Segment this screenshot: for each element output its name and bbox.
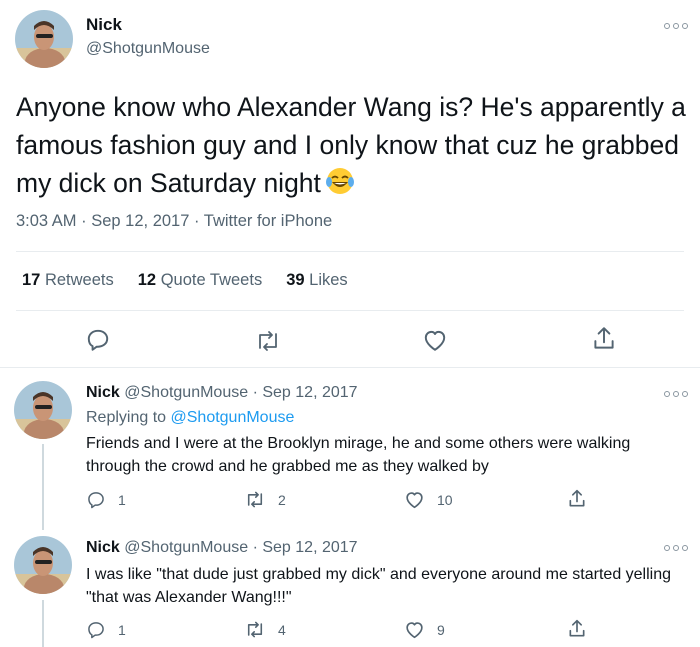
replying-mention[interactable]: @ShotgunMouse [171, 409, 295, 426]
reply-text: I was like "that dude just grabbed my di… [86, 566, 672, 606]
replying-to: Replying to @ShotgunMouse [86, 409, 294, 427]
divider [16, 310, 684, 311]
retweet-icon [247, 491, 263, 508]
reply-count: 1 [118, 622, 126, 638]
heart-icon [406, 622, 423, 639]
share-icon [569, 489, 585, 507]
heart-icon [406, 492, 423, 509]
thread-line [42, 444, 44, 530]
author-handle[interactable]: @ShotgunMouse [124, 539, 248, 556]
reply-text: Friends and I were at the Brooklyn mirag… [86, 435, 631, 475]
tweet-actions [0, 325, 700, 355]
reply-header: Nick @ShotgunMouse · Sep 12, 2017 [86, 539, 358, 557]
face-with-tears-of-joy-icon [325, 166, 355, 196]
replying-label: Replying to [86, 409, 167, 426]
avatar[interactable] [14, 381, 72, 439]
author-name[interactable]: Nick [86, 15, 122, 35]
avatar[interactable] [15, 10, 73, 68]
tweet-source[interactable]: Twitter for iPhone [204, 212, 332, 230]
share-action[interactable] [567, 618, 587, 640]
tweet-time[interactable]: 3:03 AM [16, 212, 77, 230]
retweets-stat[interactable]: 17 Retweets [22, 271, 114, 290]
tweet-meta: 3:03 AM · Sep 12, 2017 · Twitter for iPh… [16, 212, 332, 231]
meta-separator: · [194, 212, 200, 230]
quote-tweets-stat[interactable]: 12 Quote Tweets [138, 271, 262, 290]
meta-separator: · [81, 212, 87, 230]
divider [16, 251, 684, 252]
reply-icon [88, 492, 104, 509]
heart-icon[interactable] [422, 328, 448, 352]
author-name[interactable]: Nick [86, 384, 120, 401]
meta-separator: · [252, 384, 258, 401]
retweet-icon [247, 621, 263, 638]
meta-separator: · [252, 539, 258, 556]
share-action[interactable] [567, 488, 587, 510]
tweet-body: Anyone know who Alexander Wang is? He's … [16, 88, 688, 202]
reply-action[interactable]: 1 [86, 490, 126, 510]
tweet-date[interactable]: Sep 12, 2017 [91, 212, 189, 230]
retweet-action[interactable]: 2 [244, 490, 286, 509]
reply-icon[interactable] [85, 327, 111, 353]
avatar[interactable] [14, 536, 72, 594]
like-action[interactable]: 10 [404, 490, 453, 509]
retweet-count: 2 [278, 491, 286, 508]
reply-date[interactable]: Sep 12, 2017 [262, 384, 357, 401]
share-icon[interactable] [591, 325, 617, 353]
retweet-count: 4 [278, 621, 286, 638]
thread-line [42, 600, 44, 647]
more-options-icon[interactable] [664, 20, 688, 32]
reply-icon [88, 622, 104, 639]
reply-tweet[interactable]: Nick @ShotgunMouse · Sep 12, 2017 I was … [0, 530, 700, 647]
author-name[interactable]: Nick [86, 539, 120, 556]
like-action[interactable]: 9 [404, 620, 445, 639]
reply-date[interactable]: Sep 12, 2017 [262, 539, 357, 556]
retweet-icon[interactable] [254, 329, 282, 353]
likes-stat[interactable]: 39 Likes [286, 271, 347, 290]
reply-header: Nick @ShotgunMouse · Sep 12, 2017 [86, 384, 358, 402]
reply-tweet[interactable]: Nick @ShotgunMouse · Sep 12, 2017 Replyi… [0, 368, 700, 530]
tweet-stats: 17 Retweets 12 Quote Tweets 39 Likes [22, 271, 348, 290]
like-count: 10 [437, 491, 453, 508]
author-handle[interactable]: @ShotgunMouse [124, 384, 248, 401]
reply-count: 1 [118, 492, 126, 508]
share-icon [569, 619, 585, 637]
reply-action[interactable]: 1 [86, 620, 126, 640]
more-options-icon[interactable] [664, 388, 688, 400]
author-handle[interactable]: @ShotgunMouse [86, 40, 210, 58]
retweet-action[interactable]: 4 [244, 620, 286, 639]
like-count: 9 [437, 621, 445, 638]
more-options-icon[interactable] [664, 542, 688, 554]
